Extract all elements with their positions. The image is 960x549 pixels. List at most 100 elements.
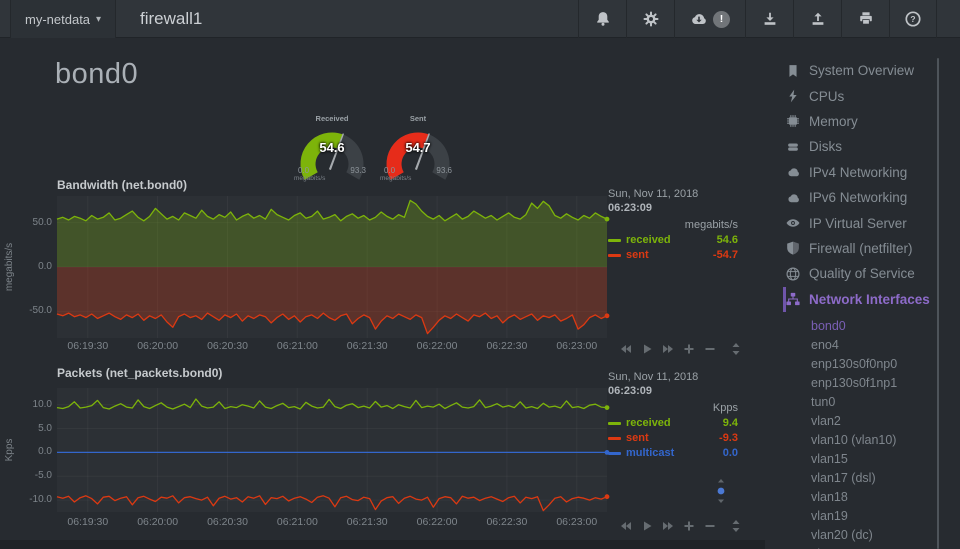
fast-forward-button[interactable]	[662, 343, 674, 355]
print-button[interactable]	[841, 0, 889, 38]
sidebar-subitem-tun0[interactable]: tun0	[811, 393, 942, 412]
fast-forward-icon	[662, 343, 674, 355]
alarms-button[interactable]	[578, 0, 626, 38]
chart-legend: Sun, Nov 11, 2018 06:23:09 Kpps received…	[608, 371, 738, 461]
sidebar-subitem-vlan20-dc-[interactable]: vlan20 (dc)	[811, 526, 942, 545]
legend-swatch	[608, 437, 621, 440]
sidebar-item-ip-virtual-server[interactable]: IP Virtual Server	[786, 210, 942, 235]
sidebar-item-label: IP Virtual Server	[809, 216, 907, 231]
zoom-out-button[interactable]	[704, 343, 716, 355]
chart-resize-handle[interactable]	[731, 343, 741, 355]
gauge-min: 0.0	[384, 166, 395, 175]
gauge-max: 93.3	[350, 166, 366, 175]
y-tick-label: 50.0	[0, 217, 52, 228]
sidebar-item-disks[interactable]: Disks	[786, 134, 942, 159]
import-button[interactable]	[745, 0, 793, 38]
globe-icon	[786, 267, 800, 281]
resize-vertical-icon	[731, 520, 741, 532]
netdata-dashboard: my-netdata ▾ firewall1 !? bond0 Received…	[0, 0, 960, 549]
sidebar-subitem-vlan21[interactable]: vlan21	[811, 545, 942, 549]
legend-series-value: 0.0	[723, 446, 738, 461]
bottom-divider	[0, 540, 765, 549]
sidebar-subitem-vlan15[interactable]: vlan15	[811, 450, 942, 469]
gauge-value: 54.6	[291, 140, 373, 155]
sidebar-subitem-enp130s0f0np0[interactable]: enp130s0f0np0	[811, 355, 942, 374]
rewind-button[interactable]	[620, 343, 632, 355]
chart-resize-handle[interactable]	[731, 520, 741, 532]
sidebar-item-label: System Overview	[809, 63, 914, 78]
zoom-out-icon	[704, 343, 716, 355]
legend-series-multicast[interactable]: multicast0.0	[608, 446, 738, 461]
legend-series-name: sent	[626, 248, 713, 263]
scrollbar[interactable]	[937, 58, 939, 549]
x-tick-label: 06:19:30	[67, 516, 108, 528]
zoom-out-button[interactable]	[704, 520, 716, 532]
sidebar-item-ipv6-networking[interactable]: IPv6 Networking	[786, 185, 942, 210]
legend-series-sent[interactable]: sent-9.3	[608, 431, 738, 446]
sidebar-subitem-bond0[interactable]: bond0	[811, 317, 942, 336]
series-sent-marker	[605, 313, 610, 318]
y-tick-label: -50.0	[0, 305, 52, 316]
x-tick-label: 06:20:00	[137, 340, 178, 352]
zoom-in-button[interactable]	[683, 343, 695, 355]
cloud-icon	[786, 191, 800, 205]
chart-toolbar	[620, 343, 716, 355]
caret-down-icon: ▾	[96, 14, 101, 25]
legend-series-sent[interactable]: sent-54.7	[608, 248, 738, 263]
legend-units: megabits/s	[608, 218, 738, 233]
sidebar-item-memory[interactable]: Memory	[786, 109, 942, 134]
export-button[interactable]	[793, 0, 841, 38]
sidebar-subitem-vlan2[interactable]: vlan2	[811, 412, 942, 431]
sidebar-item-quality-of-service[interactable]: Quality of Service	[786, 261, 942, 286]
chart-pan-handle[interactable]	[716, 478, 726, 509]
sidebar-item-label: IPv4 Networking	[809, 165, 907, 180]
resize-vertical-icon	[731, 343, 741, 355]
help-button[interactable]: ?	[889, 0, 937, 38]
legend-rows: received54.6sent-54.7	[608, 233, 738, 263]
legend-series-received[interactable]: received54.6	[608, 233, 738, 248]
fast-forward-button[interactable]	[662, 520, 674, 532]
x-tick-label: 06:20:00	[137, 516, 178, 528]
y-tick-label: -5.0	[0, 470, 52, 481]
svg-text:?: ?	[910, 14, 915, 24]
sidebar-subitem-enp130s0f1np1[interactable]: enp130s0f1np1	[811, 374, 942, 393]
zoom-in-button[interactable]	[683, 520, 695, 532]
settings-button[interactable]	[626, 0, 674, 38]
sidebar-item-system-overview[interactable]: System Overview	[786, 58, 942, 83]
play-button[interactable]	[641, 520, 653, 532]
legend-series-value: 9.4	[723, 416, 738, 431]
y-tick-label: 0.0	[0, 261, 52, 272]
question-icon: ?	[904, 10, 922, 28]
sidebar-subitem-vlan19[interactable]: vlan19	[811, 507, 942, 526]
my-netdata-menu[interactable]: my-netdata ▾	[10, 0, 116, 38]
legend-series-received[interactable]: received9.4	[608, 416, 738, 431]
rewind-button[interactable]	[620, 520, 632, 532]
fast-forward-icon	[662, 520, 674, 532]
disks-icon	[786, 140, 800, 154]
sidebar-subitem-vlan10-vlan10-[interactable]: vlan10 (vlan10)	[811, 431, 942, 450]
sidebar-item-network-interfaces[interactable]: Network Interfaces	[783, 287, 942, 312]
sidebar-item-ipv4-networking[interactable]: IPv4 Networking	[786, 160, 942, 185]
x-tick-label: 06:19:30	[67, 340, 108, 352]
sidebar-item-label: Quality of Service	[809, 266, 915, 281]
legend-series-value: -9.3	[719, 431, 738, 446]
gauge-max: 93.6	[436, 166, 452, 175]
y-tick-label: 0.0	[0, 446, 52, 457]
sidebar-item-firewall-netfilter[interactable]: Firewall (netfilter)	[786, 236, 942, 261]
cloud-button[interactable]: !	[674, 0, 745, 38]
plot-area[interactable]	[57, 388, 607, 512]
gauge-min: 0.0	[298, 166, 309, 175]
bell-icon	[594, 10, 612, 28]
sidebar-item-label: Network Interfaces	[809, 292, 930, 307]
play-button[interactable]	[641, 343, 653, 355]
sidebar-item-cpus[interactable]: CPUs	[786, 83, 942, 108]
sidebar-subitem-eno4[interactable]: eno4	[811, 336, 942, 355]
sidebar-subitem-vlan17-dsl-[interactable]: vlan17 (dsl)	[811, 469, 942, 488]
legend-date: Sun, Nov 11, 2018	[608, 188, 738, 201]
plot-area[interactable]	[57, 196, 607, 338]
legend-swatch	[608, 254, 621, 257]
sidebar-subitem-vlan18[interactable]: vlan18	[811, 488, 942, 507]
sidebar-item-label: CPUs	[809, 89, 844, 104]
y-tick-label: -10.0	[0, 494, 52, 505]
legend-units: Kpps	[608, 401, 738, 416]
